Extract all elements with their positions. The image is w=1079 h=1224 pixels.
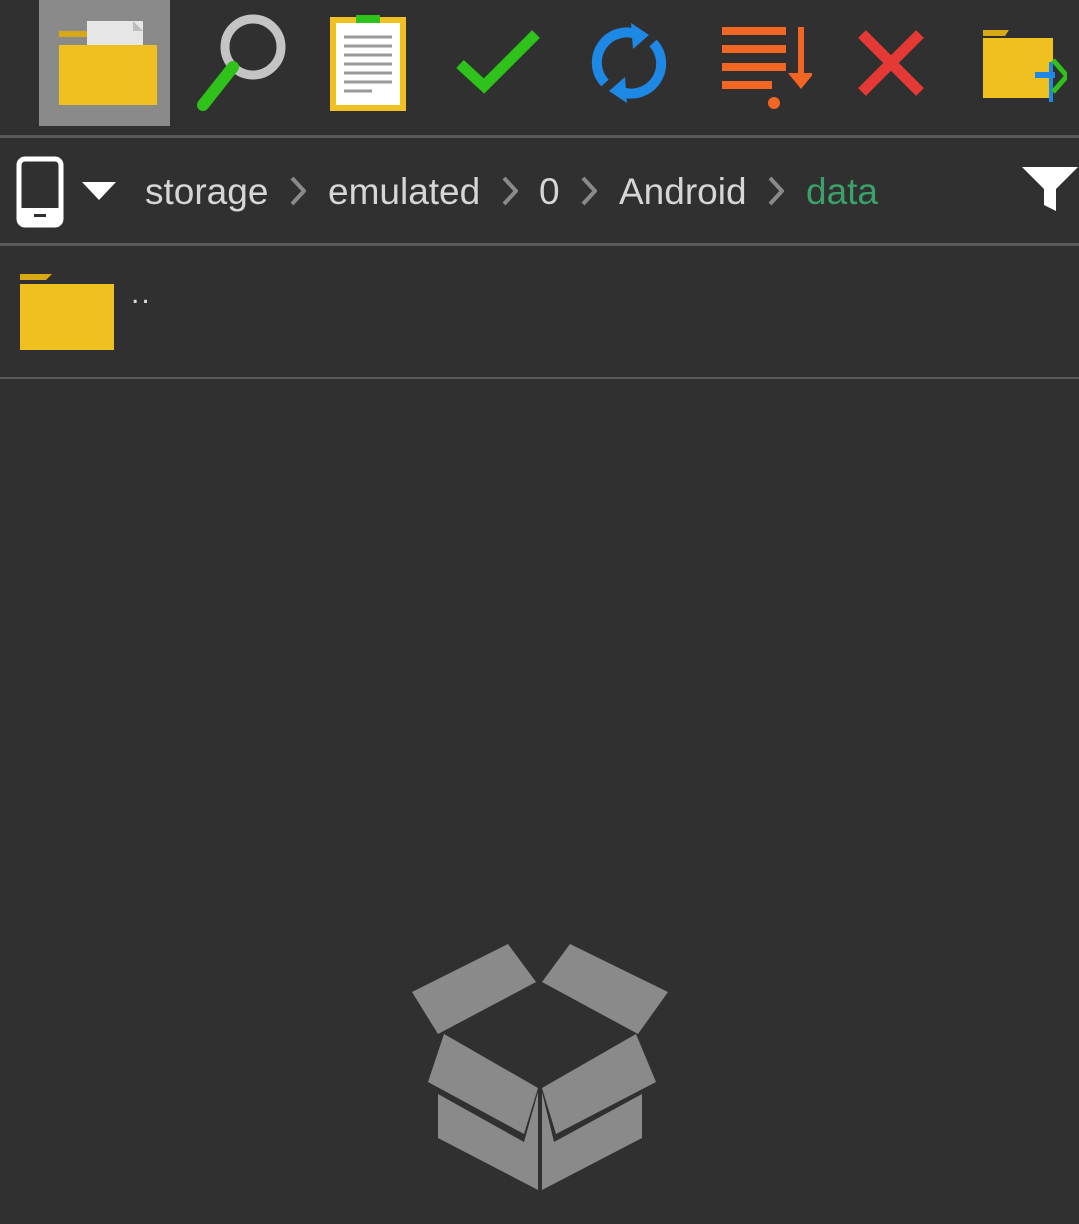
refresh-tool-button[interactable] bbox=[563, 0, 694, 126]
toolbar bbox=[0, 0, 1079, 136]
search-tool-button[interactable] bbox=[172, 0, 303, 126]
close-tool-button[interactable] bbox=[825, 0, 956, 126]
filter-icon[interactable] bbox=[1022, 167, 1078, 213]
crumb-emulated[interactable]: emulated bbox=[328, 169, 480, 215]
list-divider bbox=[0, 377, 1079, 379]
select-all-tool-button[interactable] bbox=[433, 0, 564, 126]
crumb-data-current[interactable]: data bbox=[806, 169, 878, 215]
chevron-right-icon bbox=[502, 176, 518, 206]
sort-tool-button[interactable] bbox=[694, 0, 825, 126]
close-icon bbox=[857, 30, 924, 96]
breadcrumb: storage emulated 0 Android data bbox=[0, 139, 1079, 244]
folder-icon bbox=[20, 274, 114, 350]
move-to-tool-button[interactable] bbox=[955, 0, 1079, 126]
clipboard-tool-button[interactable] bbox=[302, 0, 433, 126]
clipboard-icon bbox=[329, 15, 406, 111]
file-manager-app: storage emulated 0 Android data .. bbox=[0, 0, 1079, 1224]
phone-icon[interactable] bbox=[16, 156, 64, 228]
dropdown-arrow-icon[interactable] bbox=[82, 182, 116, 200]
folder-tool-button[interactable] bbox=[39, 0, 170, 126]
toolbar-divider bbox=[0, 135, 1079, 138]
crumb-android[interactable]: Android bbox=[619, 169, 747, 215]
folder-icon bbox=[58, 21, 157, 105]
search-icon bbox=[196, 14, 285, 111]
chevron-right-icon bbox=[290, 176, 306, 206]
move-to-folder-icon bbox=[983, 30, 1067, 102]
chevron-right-icon bbox=[581, 176, 597, 206]
sort-icon bbox=[721, 27, 812, 109]
refresh-icon bbox=[591, 23, 666, 103]
crumb-0[interactable]: 0 bbox=[539, 169, 560, 215]
check-icon bbox=[455, 30, 540, 94]
list-item[interactable]: .. bbox=[0, 247, 1079, 377]
pathbar-divider bbox=[0, 243, 1079, 246]
chevron-right-icon bbox=[768, 176, 784, 206]
crumb-storage[interactable]: storage bbox=[145, 169, 268, 215]
list-item-name: .. bbox=[131, 277, 152, 310]
empty-box-icon bbox=[412, 944, 668, 1190]
